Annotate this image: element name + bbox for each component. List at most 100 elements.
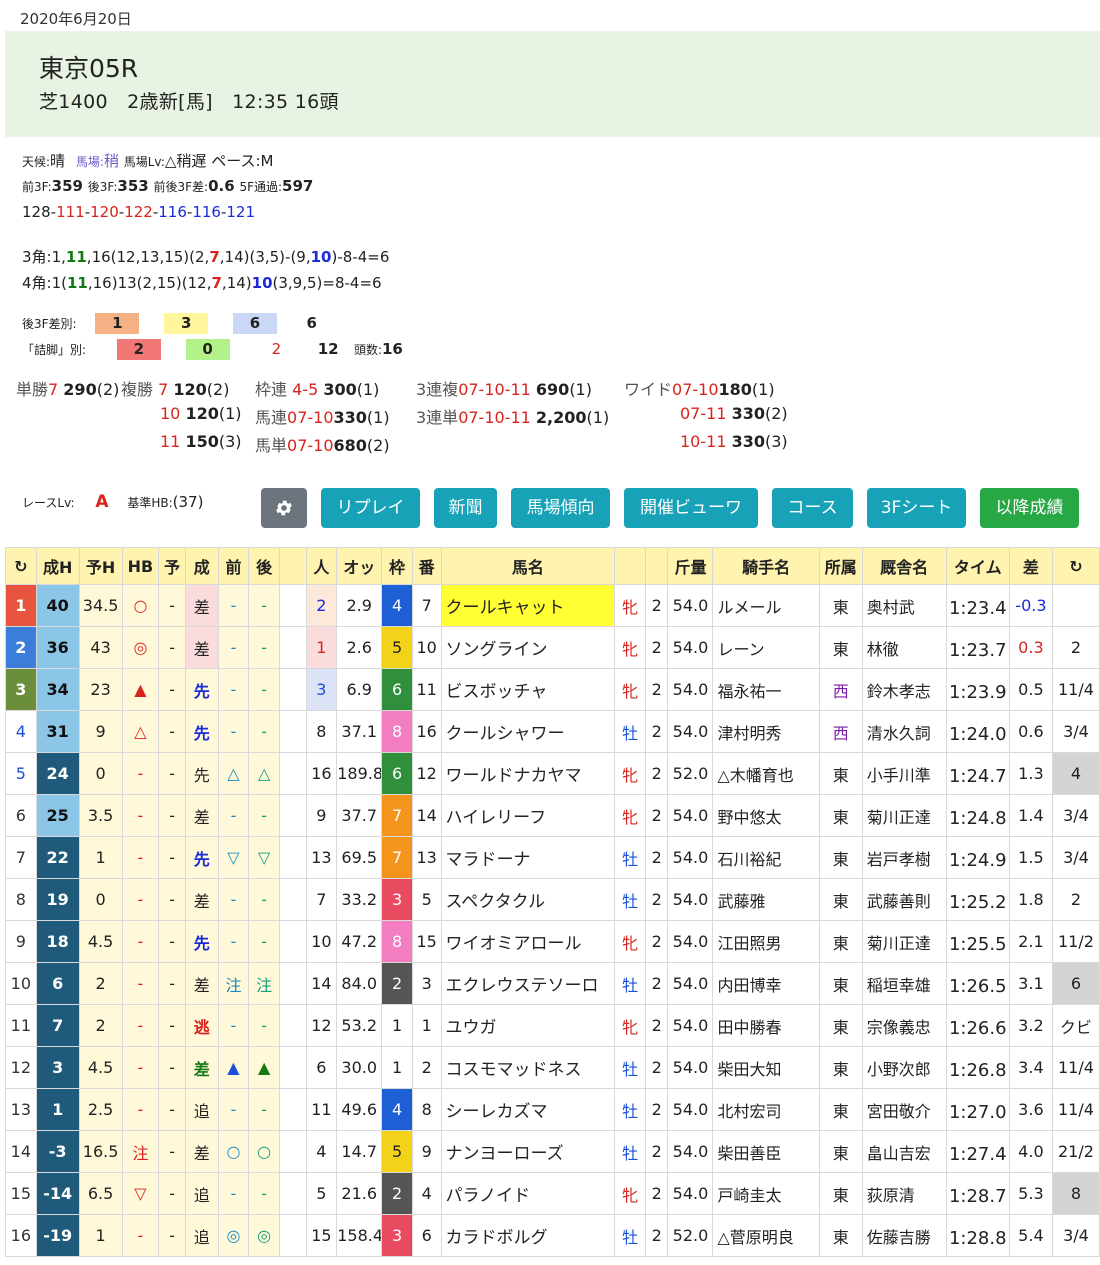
jockey[interactable]: 戸崎圭太 [712,1172,820,1215]
refresh-icon[interactable]: ↻ [1051,547,1100,585]
trainer[interactable]: 宗像義忠 [861,1004,947,1047]
horse-name[interactable]: ビスボッチャ [440,668,616,711]
jockey[interactable]: △木幡育也 [712,752,820,795]
jockey[interactable]: 江田照男 [712,920,820,963]
replay-button[interactable]: リプレイ [321,488,420,528]
jockey[interactable]: 柴田善臣 [712,1130,820,1173]
trainer[interactable]: 宮田敬介 [861,1088,947,1131]
jockey[interactable]: △菅原明良 [712,1214,820,1257]
table-row[interactable]: 14 -3 16.5 注 - 差 ○ ○ 4 14.7 5 9 ナンヨーローズ牡 2 54.0 柴田善臣東畠山… [5,1130,1100,1173]
table-row[interactable]: 10 6 2- - 差注注 14 84.0 2 3 エクレウステソーロ牡 2 54.0 内田博幸東稲垣幸… [5,962,1100,1005]
table-row[interactable]: 13 1 2.5- - 追 - -11 49.6 4 8 シーレカズマ牡 2 54.0 北村宏司東宮田敬介… [5,1088,1100,1131]
jockey[interactable]: 石川裕紀 [712,836,820,879]
table-row[interactable]: 4 31 9 △ - 先 - -8 37.1 8 16 クールシャワー牡 2 54.0 津村明秀西清水久詞 1… [5,710,1100,753]
trainer[interactable]: 稲垣幸雄 [861,962,947,1005]
horse-name[interactable]: クールシャワー [440,710,616,753]
trainer[interactable]: 畠山吉宏 [861,1130,947,1173]
col-time[interactable]: タイム [945,547,1010,585]
col-affiliation[interactable]: 所属 [818,547,863,585]
jockey[interactable]: 野中悠太 [712,794,820,837]
col-yo[interactable]: 予 [158,547,186,585]
rank: 14 [5,1130,37,1173]
course-button[interactable]: コース [772,488,853,528]
trainer[interactable]: 奥村武 [861,584,947,627]
trainer[interactable]: 佐藤吉勝 [861,1214,947,1257]
jockey[interactable]: 田中勝春 [712,1004,820,1047]
table-row[interactable]: 12 3 4.5- - 差 ▲ ▲ 6 30.0 1 2 コスモマッドネス牡 2 54.0 柴田大知東小野次… [5,1046,1100,1089]
horse-name[interactable]: ハイレリーフ [440,794,616,837]
horse-name[interactable]: マラドーナ [440,836,616,879]
horse-name[interactable]: コスモマッドネス [440,1046,616,1089]
settings-button[interactable] [261,488,307,528]
jockey[interactable]: 内田博幸 [712,962,820,1005]
trainer[interactable]: 林徹 [861,626,947,669]
track-trend-button[interactable]: 馬場傾向 [511,488,610,528]
later-results-button[interactable]: 以降成績 [980,488,1079,528]
horse-name[interactable]: クールキャット [440,584,616,627]
jockey[interactable]: ルメール [712,584,820,627]
horse-name[interactable]: カラドボルグ [440,1214,616,1257]
margin: 3/4 [1051,710,1100,753]
trainer[interactable]: 岩戸孝樹 [861,836,947,879]
table-row[interactable]: 7 22 1- - 先 ▽ ▽ 13 69.5 7 13 マラドーナ牡 2 54.0 石川裕紀東岩戸孝樹 1:… [5,836,1100,879]
horse-name[interactable]: パラノイド [440,1172,616,1215]
horse-name[interactable]: スペクタクル [440,878,616,921]
trainer[interactable]: 荻原清 [861,1172,947,1215]
horse-name[interactable]: ワールドナカヤマ [440,752,616,795]
spacer [278,794,307,837]
race-subtitle: 芝1400 2歳新[馬] 12:35 16頭 [39,91,339,113]
col-back[interactable]: 後 [248,547,280,585]
col-margin[interactable]: 差 [1008,547,1053,585]
table-row[interactable]: 3 34 23 ▲ - 先 - -3 6.9 6 11 ビスボッチャ牝 2 54.0 福永祐一西鈴木孝志 1:… [5,668,1100,711]
refresh-icon[interactable]: ↻ [5,547,37,585]
3f-sheet-button[interactable]: 3Fシート [867,488,966,528]
table-row[interactable]: 15 -14 6.5 ▽ - 追 - -5 21.6 2 4 パラノイド牝 2 54.0 戸崎圭太東荻原清 1… [5,1172,1100,1215]
jockey[interactable]: 武藤雅 [712,878,820,921]
yo-mark: - [158,584,186,627]
meeting-viewer-button[interactable]: 開催ビューワ [624,488,758,528]
table-row[interactable]: 9 18 4.5- - 先 - -10 47.2 8 15 ワイオミアロール牝 2 54.0 江田照男東菊… [5,920,1100,963]
table-row[interactable]: 6 25 3.5- - 差 - -9 37.7 7 14 ハイレリーフ牝 2 54.0 野中悠太東菊川正達… [5,794,1100,837]
col-gate[interactable]: 枠 [381,547,413,585]
col-yoh[interactable]: 予H [78,547,123,585]
col-popularity[interactable]: 人 [305,547,338,585]
newspaper-button[interactable]: 新聞 [434,488,497,528]
col-jockey[interactable]: 騎手名 [712,547,820,585]
table-row[interactable]: 8 19 0- - 差 - -7 33.2 3 5 スペクタクル牡 2 54.0 武藤雅東武藤善則 1:25… [5,878,1100,921]
jockey[interactable]: 福永祐一 [712,668,820,711]
jockey[interactable]: 北村宏司 [712,1088,820,1131]
table-row[interactable]: 16 -19 1- - 追 ◎ ◎ 15 158.4 3 6 カラドボルグ牡 2 52.0 △菅原明良東佐藤… [5,1214,1100,1257]
trainer[interactable]: 鈴木孝志 [861,668,947,711]
trainer[interactable]: 武藤善則 [861,878,947,921]
col-trainer[interactable]: 厩舎名 [861,547,947,585]
col-hb[interactable]: HB [121,547,160,585]
col-seih[interactable]: 成H [35,547,80,585]
horse-name[interactable]: シーレカズマ [440,1088,616,1131]
col-number[interactable]: 番 [411,547,442,585]
table-row[interactable]: 11 7 2- - 逃 - -12 53.2 1 1 ユウガ牝 2 54.0 田中勝春東宗像義忠 1:26.… [5,1004,1100,1047]
jockey[interactable]: レーン [712,626,820,669]
trainer[interactable]: 清水久詞 [861,710,947,753]
trainer[interactable]: 菊川正達 [861,920,947,963]
horse-name[interactable]: ワイオミアロール [440,920,616,963]
col-horse-name[interactable]: 馬名 [440,547,616,585]
jockey[interactable]: 柴田大知 [712,1046,820,1089]
horse-name[interactable]: ナンヨーローズ [440,1130,616,1173]
col-weight[interactable]: 斤量 [667,547,714,585]
trainer[interactable]: 小野次郎 [861,1046,947,1089]
horse-name[interactable]: エクレウステソーロ [440,962,616,1005]
yo-mark: - [158,1088,186,1131]
horse-name[interactable]: ユウガ [440,1004,616,1047]
col-sei[interactable]: 成 [184,547,219,585]
seih-score: 22 [35,836,80,879]
jockey[interactable]: 津村明秀 [712,710,820,753]
trainer[interactable]: 小手川準 [861,752,947,795]
table-row[interactable]: 2 36 43 ◎ - 差 - -1 2.6 5 10 ソングライン牝 2 54.0 レーン東林徹 1:23.… [5,626,1100,669]
table-row[interactable]: 5 24 0- - 先 △ △ 16 189.8 6 12 ワールドナカヤマ牝 2 52.0 △木幡育也東小… [5,752,1100,795]
col-front[interactable]: 前 [217,547,250,585]
table-header: ↻ 成H 予H HB 予 成 前 後 人 オッ 枠 番 馬名 斤量 騎手名 所属… [5,547,1100,585]
trainer[interactable]: 菊川正達 [861,794,947,837]
table-row[interactable]: 1 40 34.5 ○ - 差 - -2 2.9 4 7 クールキャット牝 2 54.0 ルメール東奥村武 1… [5,584,1100,627]
col-odds[interactable]: オッ [336,547,383,585]
horse-name[interactable]: ソングライン [440,626,616,669]
